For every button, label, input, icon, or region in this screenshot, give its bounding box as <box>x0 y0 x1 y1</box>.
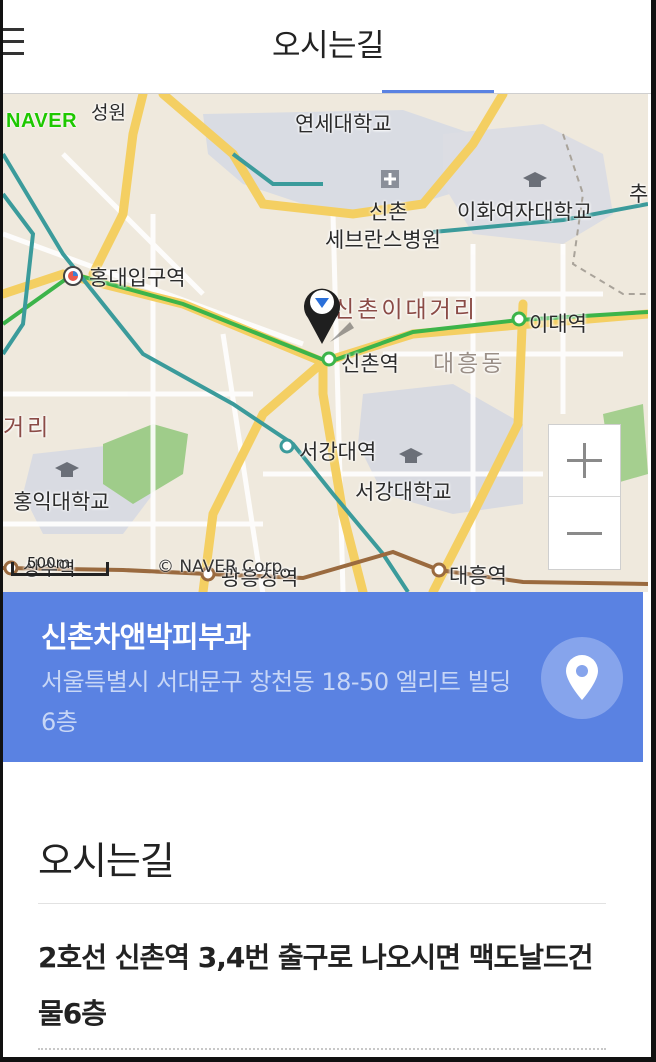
map-label-severance-1: 신촌 <box>369 200 408 224</box>
section-divider <box>38 903 606 904</box>
naver-logo: NAVER <box>6 110 78 132</box>
minus-icon[interactable] <box>549 498 620 570</box>
location-marker-button[interactable] <box>541 637 623 719</box>
top-bar: 오시는길 <box>0 0 656 94</box>
map-label-ewha: 이화여자대학교 <box>457 200 593 224</box>
map-label-yonsei: 연세대학교 <box>295 112 392 136</box>
zoom-control <box>548 424 621 570</box>
map-label-daeheung-dong: 대흥동 <box>433 351 506 377</box>
map-label-top-edge: 성원 <box>91 102 126 124</box>
location-marker-icon <box>566 655 598 700</box>
map-label-daeheung-station: 대흥역 <box>449 564 507 588</box>
directions-heading: 오시는길 <box>38 839 175 883</box>
map-label-hongik-station: 홍대입구역 <box>89 266 186 290</box>
map-label-ewha-station: 이대역 <box>529 312 587 336</box>
map-label-sinchon-station: 신촌역 <box>341 352 399 376</box>
page-title: 오시는길 <box>271 28 385 64</box>
map-label-severance-2: 세브란스병원 <box>325 228 441 252</box>
place-info-card: 신촌차앤박피부과 서울특별시 서대문구 창천동 18-50 엘리트 빌딩 6층 <box>3 592 643 762</box>
map-copyright: © NAVER Corp. <box>157 557 288 577</box>
map-label-right-edge: 추 <box>629 182 648 206</box>
map-pin-icon[interactable] <box>302 282 354 348</box>
map-view[interactable]: NAVER 성원 연세대학교 신촌 세브란스병원 이화여자대학교 추 홍대입구역… <box>3 94 648 592</box>
place-address: 서울특별시 서대문구 창천동 18-50 엘리트 빌딩 6층 <box>41 668 511 736</box>
directions-text: 2호선 신촌역 3,4번 출구로 나오시면 맥도날드건물6층 <box>38 941 594 1030</box>
map-label-edge-left: 거리 <box>3 415 52 441</box>
map-scale-label: 500m <box>27 554 71 572</box>
place-name: 신촌차앤박피부과 <box>41 620 251 654</box>
map-label-seogang-station: 서강대역 <box>299 440 377 464</box>
plus-icon[interactable] <box>549 425 620 497</box>
map-label-sogang-univ: 서강대학교 <box>355 480 452 504</box>
dotted-divider <box>38 1048 606 1050</box>
map-label-hongik-univ: 홍익대학교 <box>13 490 110 514</box>
